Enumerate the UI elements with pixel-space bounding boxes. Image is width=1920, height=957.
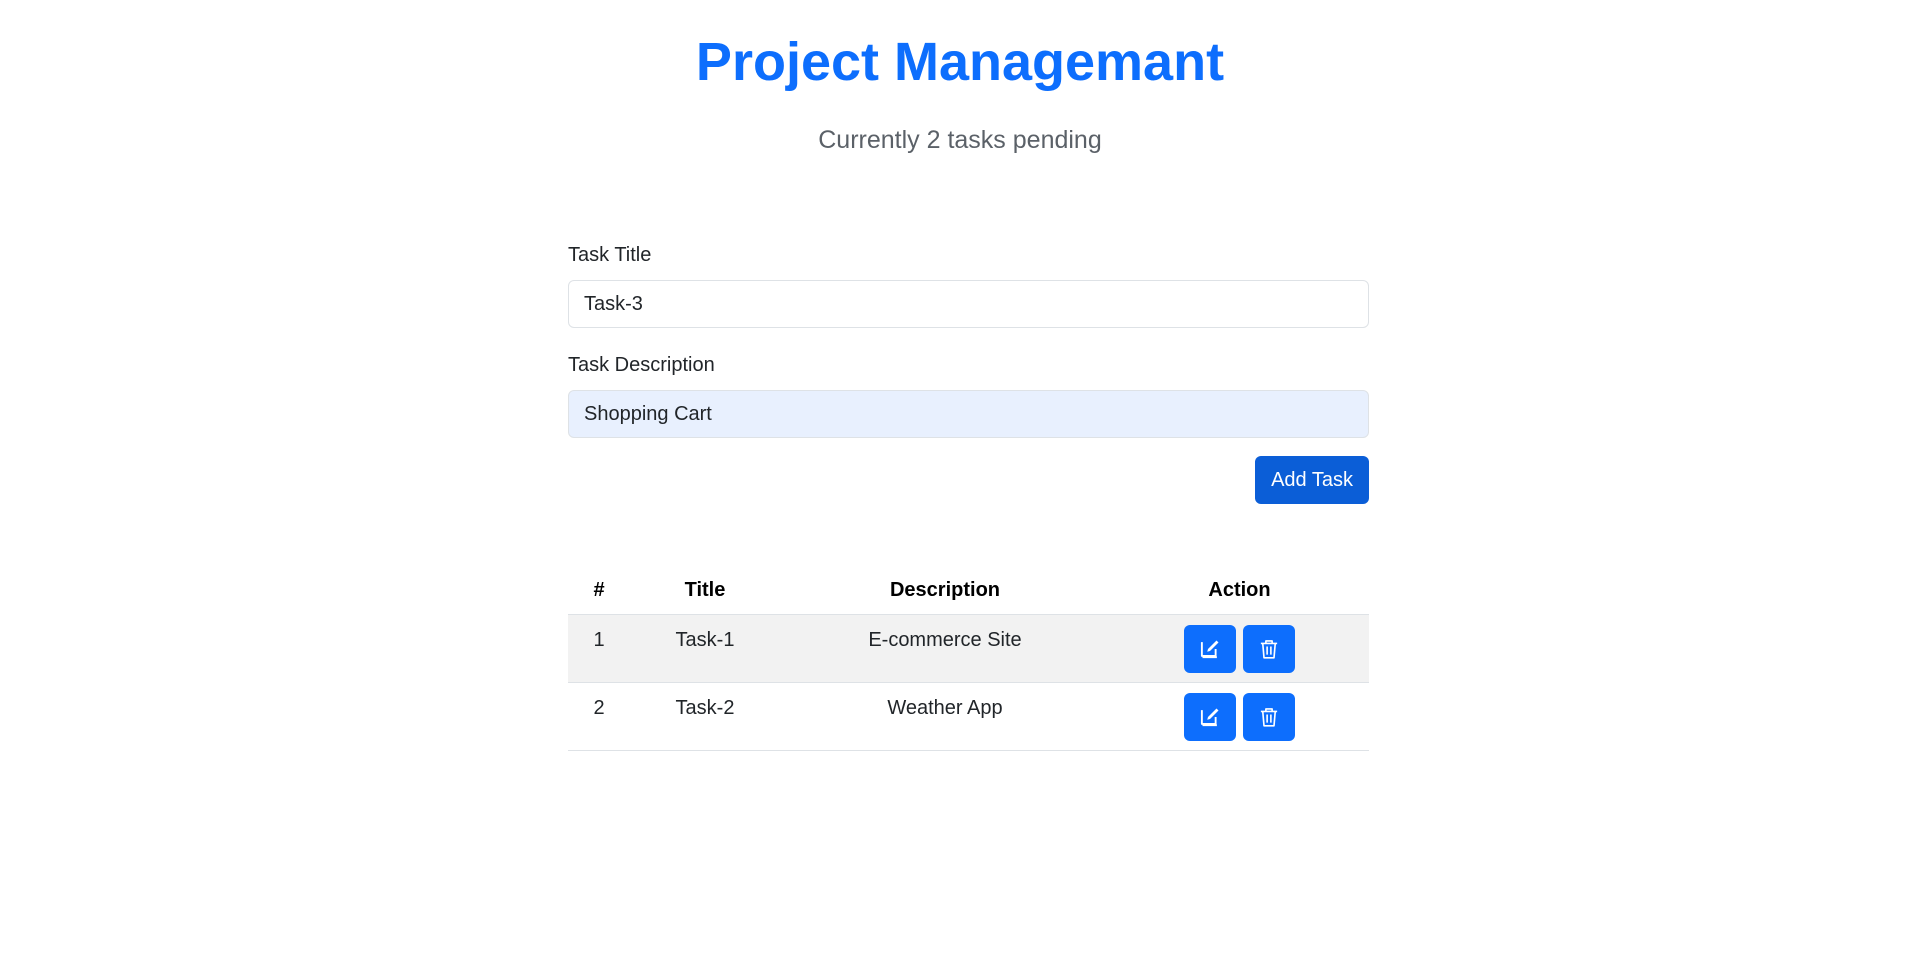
column-header-description: Description: [780, 566, 1110, 615]
task-number-cell: 2: [568, 682, 630, 751]
table-row: 2 Task-2 Weather App: [568, 682, 1369, 751]
trash-icon: [1261, 640, 1278, 659]
task-title-group: Task Title: [568, 242, 1369, 328]
task-actions-cell: [1110, 682, 1369, 751]
column-header-number: #: [568, 566, 630, 615]
task-description-input[interactable]: [568, 390, 1369, 438]
delete-task-button[interactable]: [1243, 625, 1296, 673]
task-number-cell: 1: [568, 614, 630, 683]
column-header-title: Title: [630, 566, 780, 615]
task-table: # Title Description Action 1 Task-1 E-co…: [568, 566, 1369, 751]
table-row: 1 Task-1 E-commerce Site: [568, 614, 1369, 683]
edit-icon: [1200, 708, 1219, 727]
edit-icon: [1200, 640, 1219, 659]
task-actions-cell: [1110, 614, 1369, 683]
table-header-row: # Title Description Action: [568, 566, 1369, 615]
task-description-cell: E-commerce Site: [780, 614, 1110, 683]
delete-task-button[interactable]: [1243, 693, 1296, 741]
task-title-cell: Task-1: [630, 614, 780, 683]
page-title: Project Managemant: [695, 32, 1225, 92]
task-form: Task Title Task Description Add Task: [568, 242, 1369, 504]
task-description-label: Task Description: [568, 354, 715, 376]
page: Project Managemant Currently 2 tasks pen…: [0, 0, 1920, 957]
task-title-cell: Task-2: [630, 682, 780, 751]
add-task-button[interactable]: Add Task: [1255, 456, 1369, 504]
task-title-label: Task Title: [568, 244, 652, 266]
task-description-cell: Weather App: [780, 682, 1110, 751]
edit-task-button[interactable]: [1183, 625, 1236, 673]
trash-icon: [1261, 708, 1278, 727]
edit-task-button[interactable]: [1183, 693, 1236, 741]
task-description-group: Task Description: [568, 352, 1369, 438]
task-title-input[interactable]: [568, 280, 1369, 328]
pending-tasks-summary: Currently 2 tasks pending: [818, 126, 1102, 154]
column-header-action: Action: [1110, 566, 1369, 615]
